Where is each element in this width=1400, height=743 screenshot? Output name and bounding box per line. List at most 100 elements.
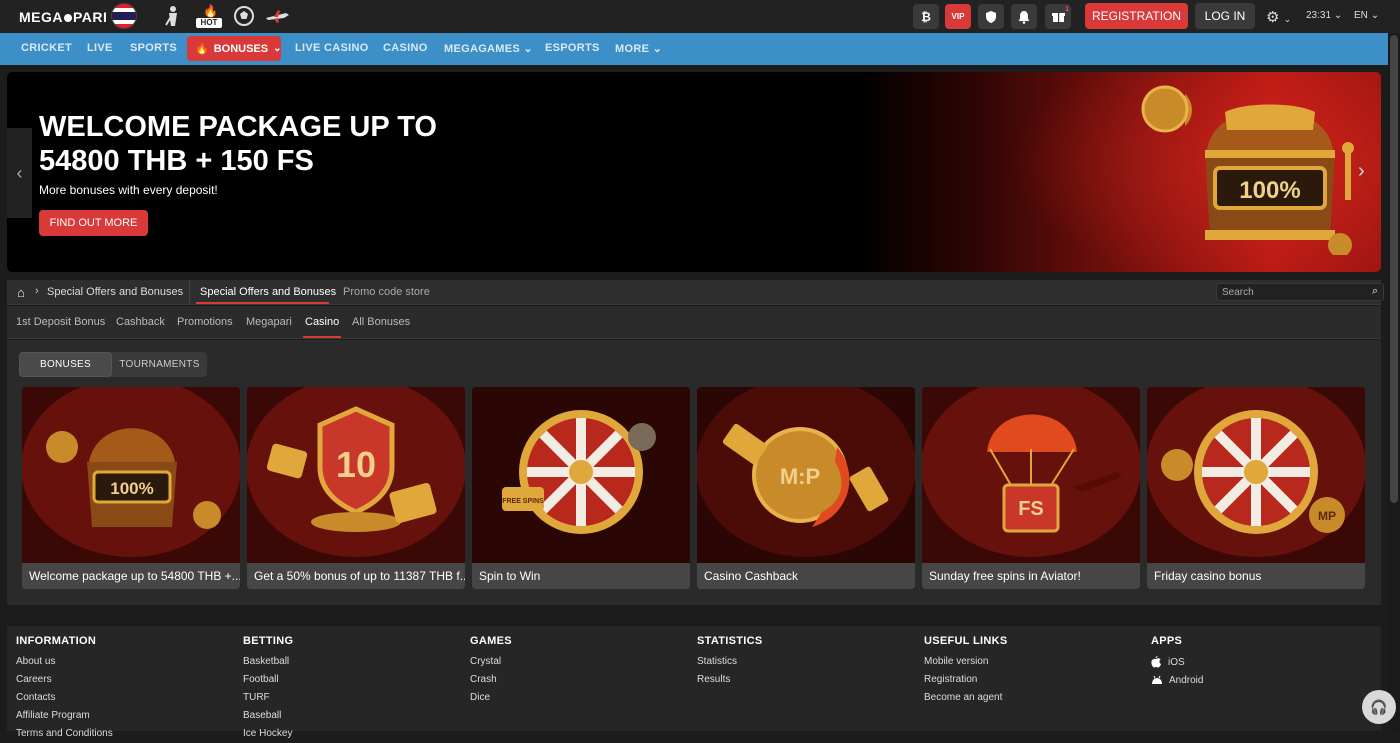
bitcoin-button[interactable]: ₿	[913, 4, 939, 29]
bonus-card-title: Sunday free spins in Aviator!	[922, 563, 1140, 589]
flame-icon: 🔥	[195, 43, 209, 55]
footer-link[interactable]: Basketball	[243, 653, 293, 671]
footer-link[interactable]: Ice Hockey	[243, 725, 293, 743]
breadcrumb-current[interactable]: Special Offers and Bonuses	[47, 286, 183, 298]
bonus-card[interactable]: 100% Welcome package up to 54800 THB +..…	[22, 387, 240, 589]
registration-button[interactable]: REGISTRATION	[1085, 3, 1188, 29]
support-chat-button[interactable]: 🎧	[1362, 690, 1396, 724]
wheel-of-fortune-image: FREE SPINS	[472, 387, 690, 563]
bonus-card-title: Friday casino bonus	[1147, 563, 1365, 589]
bonus-card[interactable]: M:P Casino Cashback	[697, 387, 915, 589]
nav-item-sports[interactable]: SPORTS	[130, 42, 177, 54]
gift-button[interactable]: 1	[1045, 4, 1071, 29]
find-out-more-button[interactable]: FIND OUT MORE	[39, 210, 148, 236]
clock-menu[interactable]: 23:31 ⌄	[1306, 10, 1342, 21]
footer-link[interactable]: Baseball	[243, 707, 293, 725]
nav-item-more[interactable]: MORE ⌄	[615, 42, 662, 55]
nav-item-live[interactable]: LIVE	[87, 42, 113, 54]
footer-link[interactable]: TURF	[243, 689, 293, 707]
tab-active-indicator	[196, 302, 329, 304]
footer-heading: INFORMATION	[16, 635, 97, 647]
bonus-card[interactable]: 10 Get a 50% bonus of up to 11387 THB f.…	[247, 387, 465, 589]
chevron-down-icon: ⌄	[652, 43, 663, 55]
footer-link[interactable]: Terms and Conditions	[16, 725, 113, 743]
app-ios-link[interactable]: iOS	[1151, 653, 1203, 671]
footer-link[interactable]: Mobile version	[924, 653, 1007, 671]
scrollbar-thumb[interactable]	[1390, 35, 1398, 503]
page-scrollbar[interactable]	[1388, 33, 1400, 731]
search-icon[interactable]: ⌕	[1372, 285, 1378, 298]
logo-dot	[64, 14, 72, 22]
language-menu[interactable]: EN ⌄	[1354, 10, 1379, 21]
footer-heading: APPS	[1151, 635, 1183, 647]
hero-next-arrow[interactable]: ›	[1358, 160, 1365, 183]
nav-item-live-casino[interactable]: LIVE CASINO	[295, 42, 369, 54]
footer-link[interactable]: Dice	[470, 689, 512, 707]
shield-button[interactable]	[978, 4, 1004, 29]
megapari-logo[interactable]: MEGA PARI	[19, 9, 107, 25]
footer-link[interactable]: About us	[16, 653, 113, 671]
chevron-down-icon: ⌄	[1283, 14, 1292, 24]
app-ios-label: iOS	[1168, 656, 1185, 668]
bonus-card-title: Spin to Win	[472, 563, 690, 589]
search-input[interactable]	[1222, 286, 1357, 299]
bonus-content: BONUSES TOURNAMENTS 100% Welcome package…	[7, 340, 1381, 605]
bonus-type-toggle: BONUSES TOURNAMENTS	[19, 352, 207, 377]
subtab-promotions[interactable]: Promotions	[177, 316, 233, 328]
nav-item-bonuses[interactable]: 🔥 BONUSES ⌄	[187, 36, 282, 61]
apple-icon	[1151, 656, 1161, 668]
footer-link[interactable]: Careers	[16, 671, 113, 689]
chevron-left-icon: ‹	[16, 162, 23, 183]
hero-prev-arrow[interactable]: ‹	[7, 128, 32, 218]
tab-special-offers[interactable]: Special Offers and Bonuses	[200, 286, 336, 298]
aviator-plane-icon[interactable]	[263, 4, 291, 28]
main-nav: CRICKET LIVE SPORTS 🔥 BONUSES ⌄ LIVE CAS…	[0, 33, 1388, 65]
subtab-megapari[interactable]: Megapari	[246, 316, 292, 328]
login-button[interactable]: LOG IN	[1195, 3, 1255, 29]
home-icon[interactable]: ⌂	[17, 285, 25, 300]
thailand-flag-icon[interactable]	[111, 3, 137, 29]
chevron-right-icon: ›	[35, 285, 39, 297]
vip-label: VIP	[951, 12, 965, 21]
footer-link[interactable]: Crystal	[470, 653, 512, 671]
bonus-card[interactable]: FREE SPINS Spin to Win	[472, 387, 690, 589]
bonus-card[interactable]: FS Sunday free spins in Aviator!	[922, 387, 1140, 589]
card-image-text: 100%	[110, 479, 153, 498]
footer-link[interactable]: Crash	[470, 671, 512, 689]
notifications-button[interactable]	[1011, 4, 1037, 29]
footer-link[interactable]: Statistics	[697, 653, 763, 671]
cricket-player-icon[interactable]	[160, 4, 186, 28]
footer-link[interactable]: Become an agent	[924, 689, 1007, 707]
nav-item-esports[interactable]: ESPORTS	[545, 42, 600, 54]
footer-link[interactable]: Affiliate Program	[16, 707, 113, 725]
app-android-link[interactable]: Android	[1151, 671, 1203, 689]
subtab-cashback[interactable]: Cashback	[116, 316, 165, 328]
toggle-bonuses[interactable]: BONUSES	[19, 352, 112, 377]
settings-menu[interactable]: ⚙ ⌄	[1266, 8, 1291, 26]
football-icon[interactable]	[231, 4, 257, 28]
breadcrumb-divider	[189, 280, 190, 305]
bonus-card[interactable]: MP Friday casino bonus	[1147, 387, 1365, 589]
bonus-card-title: Welcome package up to 54800 THB +...	[22, 563, 240, 589]
nav-item-megagames[interactable]: MEGAGAMES ⌄	[444, 42, 533, 55]
logo-text-start: MEGA	[19, 9, 63, 25]
subtab-casino[interactable]: Casino	[305, 316, 339, 328]
toggle-tournaments[interactable]: TOURNAMENTS	[112, 352, 207, 377]
footer-link[interactable]: Contacts	[16, 689, 113, 707]
nav-item-casino[interactable]: CASINO	[383, 42, 428, 54]
nav-item-cricket[interactable]: CRICKET	[21, 42, 72, 54]
footer-link[interactable]: Results	[697, 671, 763, 689]
subtab-1st-deposit-bonus[interactable]: 1st Deposit Bonus	[16, 316, 105, 328]
subtab-all-bonuses[interactable]: All Bonuses	[352, 316, 410, 328]
footer-link[interactable]: Registration	[924, 671, 1007, 689]
hero-banner[interactable]: WELCOME PACKAGE UP TO 54800 THB + 150 FS…	[7, 72, 1381, 272]
footer-link[interactable]: Football	[243, 671, 293, 689]
vip-button[interactable]: VIP	[945, 4, 971, 29]
chevron-down-icon: ⌄	[1370, 10, 1380, 21]
chevron-down-icon: ⌄	[1333, 10, 1343, 21]
bonus-card-title: Get a 50% bonus of up to 11387 THB f...	[247, 563, 465, 589]
hot-games-icon[interactable]: 🔥 HOT	[196, 4, 222, 28]
tab-promo-code-store[interactable]: Promo code store	[343, 286, 430, 298]
card-image-text: MP	[1318, 509, 1336, 523]
nav-bonuses-label: BONUSES	[213, 42, 269, 55]
